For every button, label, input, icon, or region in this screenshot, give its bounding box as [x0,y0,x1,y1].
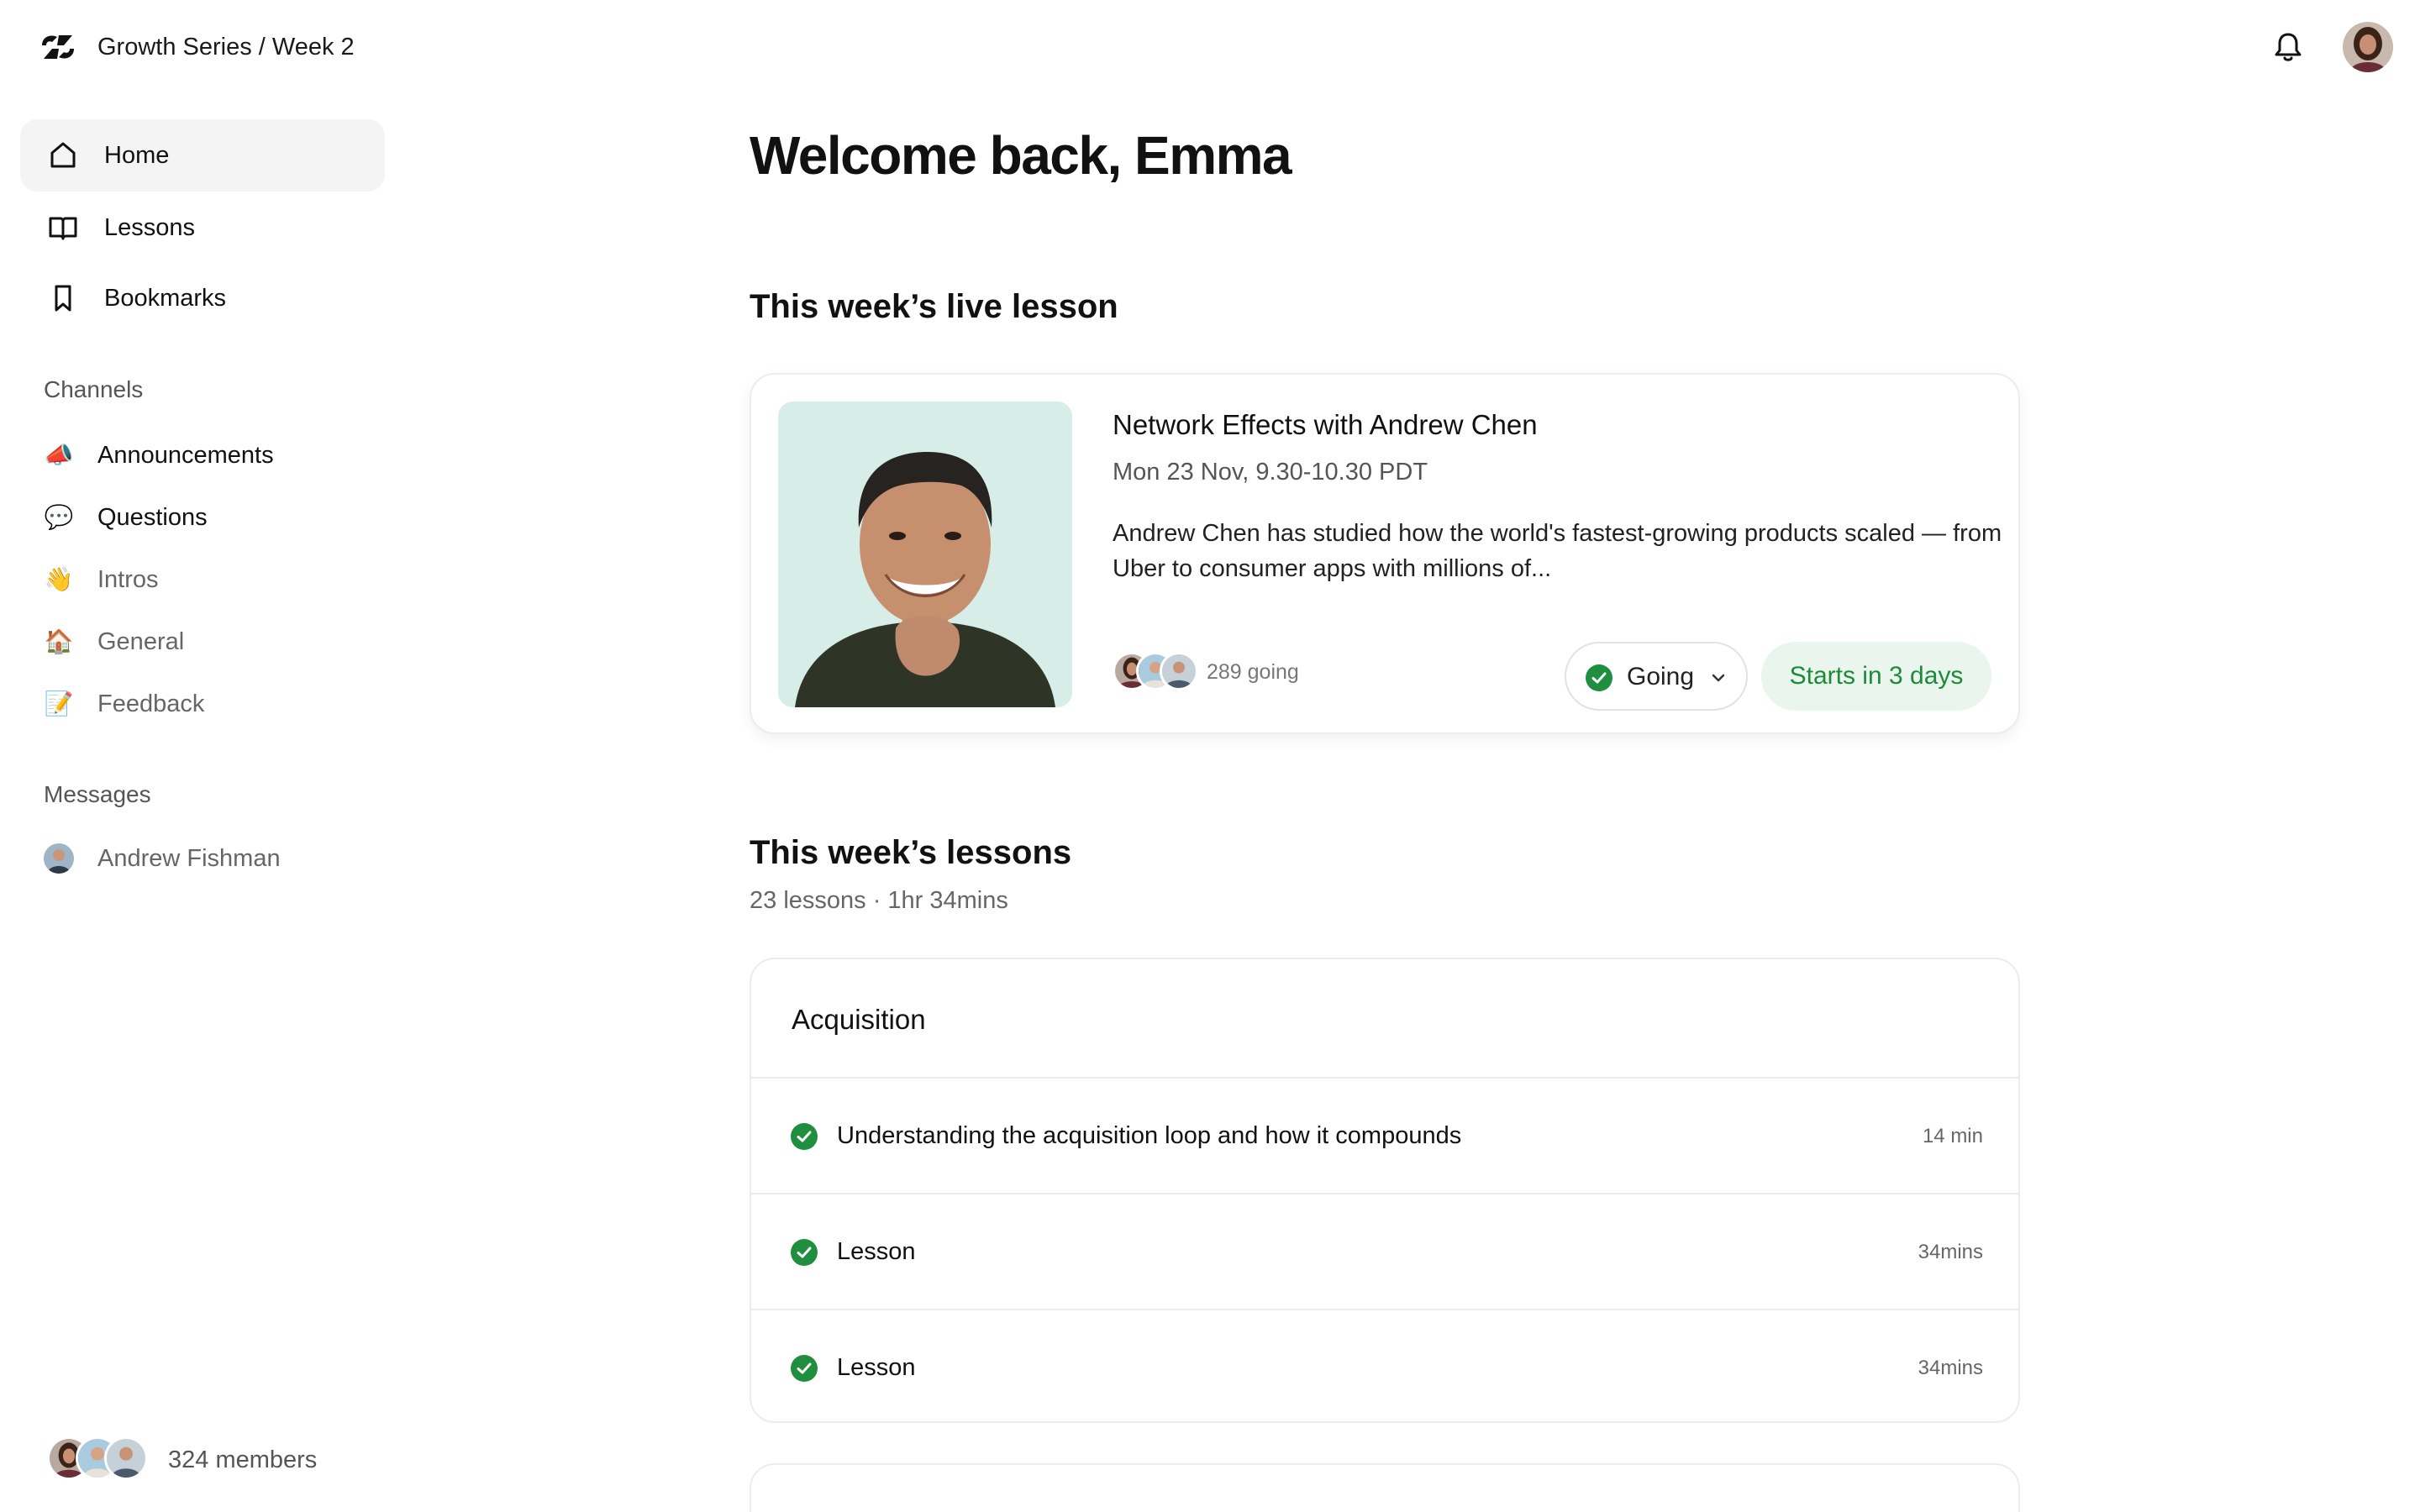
nav-item-bookmarks[interactable]: Bookmarks [20,262,385,334]
avatar [44,843,74,874]
starts-in-label: Starts in 3 days [1789,662,1964,690]
live-lesson-card[interactable]: Network Effects with Andrew Chen Mon 23 … [750,373,2020,734]
lesson-duration: 34mins [1918,1357,1983,1379]
members-count: 324 members [168,1446,318,1473]
lesson-title: Understanding the acquisition loop and h… [837,1122,1462,1149]
messages-heading: Messages [44,781,151,807]
house-icon: 🏠 [44,628,74,654]
lessons-heading: This week’s lessons [750,834,1072,871]
lesson-title: Lesson [837,1238,916,1265]
nav-item-lessons[interactable]: Lessons [20,192,385,264]
starts-in-badge: Starts in 3 days [1761,642,1991,711]
nav-label: Home [104,142,170,169]
members-summary[interactable]: 324 members [47,1436,400,1487]
check-circle-icon [791,1123,818,1150]
channel-feedback[interactable]: 📝 Feedback [44,685,397,722]
channel-intros[interactable]: 👋 Intros [44,561,397,598]
channel-label: Feedback [97,690,205,717]
lesson-duration: 14 min [1922,1125,1983,1147]
waving-hand-icon: 👋 [44,566,74,592]
message-andrew-fishman[interactable]: Andrew Fishman [44,840,397,877]
home-icon [50,142,76,168]
lesson-group-card: Acquisition Understanding the acquisitio… [750,958,2020,1423]
lesson-title: Lesson [837,1354,916,1381]
avatar [1160,652,1198,690]
speech-bubble-icon: 💬 [44,504,74,530]
check-circle-icon [1586,664,1612,691]
lessons-meta: 23 lessons · 1hr 34mins [750,887,1008,914]
bookmark-icon [55,285,71,312]
check-circle-icon [791,1239,818,1266]
nav-item-home[interactable]: Home [20,119,385,192]
check-circle-icon [791,1355,818,1382]
lesson-row[interactable]: Lesson 34mins [751,1310,2018,1421]
live-lesson-heading: This week’s live lesson [750,288,1118,325]
member-avatars [47,1436,151,1483]
rsvp-going-dropdown[interactable]: Going [1565,642,1748,711]
channel-announcements[interactable]: 📣 Announcements [44,437,397,474]
live-lesson-title[interactable]: Network Effects with Andrew Chen [1113,407,1538,444]
channel-label: General [97,628,185,655]
lesson-group-title: Acquisition [792,1004,926,1035]
live-lesson-time: Mon 23 Nov, 9.30-10.30 PDT [1113,459,1428,486]
brand-logo-icon[interactable] [39,30,77,64]
course-title[interactable]: Growth Series / Week 2 [97,30,355,64]
nav-label: Lessons [104,214,196,241]
attendee-avatars [1113,652,1198,694]
chevron-down-icon [1712,674,1725,682]
live-lesson-description: Andrew Chen has studied how the world's … [1113,520,2002,582]
message-label: Andrew Fishman [97,845,281,872]
page-title: Welcome back, Emma [750,125,1292,186]
channel-questions[interactable]: 💬 Questions [44,499,397,536]
bell-icon[interactable] [2272,30,2304,64]
nav-label: Bookmarks [104,285,227,312]
lesson-row[interactable]: Lesson 34mins [751,1194,2018,1310]
lesson-duration: 34mins [1918,1241,1983,1263]
rsvp-label: Going [1627,663,1695,690]
channel-label: Intros [97,566,159,593]
lesson-row[interactable]: Understanding the acquisition loop and h… [751,1079,2018,1194]
lesson-group-header[interactable]: Acquisition [751,959,2018,1079]
lesson-group-card-next[interactable] [750,1463,2020,1512]
top-bar: Growth Series / Week 2 [0,0,2420,94]
speaker-photo [778,402,1072,707]
avatar [104,1436,148,1480]
book-icon [49,217,77,240]
channels-heading: Channels [44,376,144,402]
channel-label: Questions [97,504,208,531]
megaphone-icon: 📣 [44,442,74,468]
sidebar: Home Lessons Bookmarks Channels 📣 Announ… [0,94,403,1512]
channel-label: Announcements [97,442,274,469]
memo-icon: 📝 [44,690,74,717]
attendee-count: 289 going [1207,660,1299,684]
user-avatar[interactable] [2343,22,2393,72]
channel-general[interactable]: 🏠 General [44,623,397,660]
